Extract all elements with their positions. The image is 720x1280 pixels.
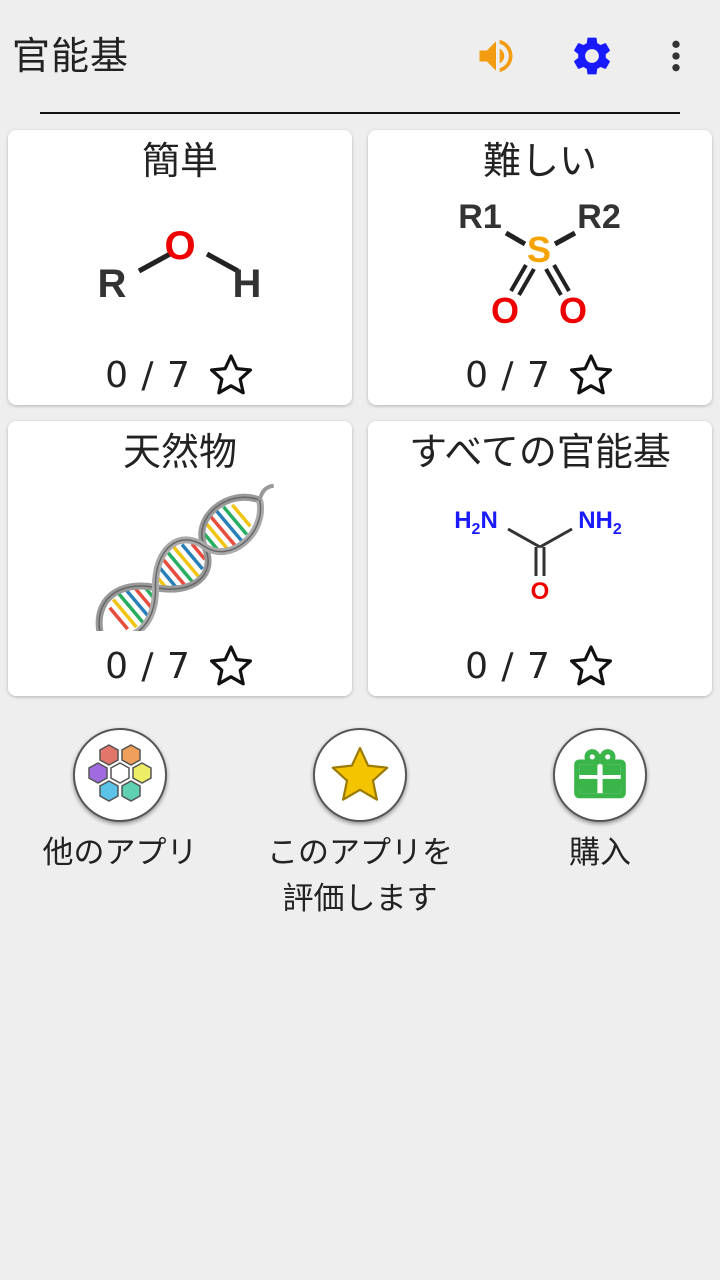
atom-o: O <box>531 578 550 605</box>
card-title: 天然物 <box>122 430 237 474</box>
purchase-button[interactable] <box>553 728 647 822</box>
purchase-label: 購入 <box>569 835 631 871</box>
card-score: 0 / 7 <box>368 350 712 400</box>
group-h2n: H2N <box>454 507 498 538</box>
app-bar: 官能基 <box>0 0 720 112</box>
atom-r: R <box>98 262 127 306</box>
sound-button[interactable] <box>466 26 526 86</box>
other-apps-action[interactable]: 他のアプリ <box>0 728 240 876</box>
star-outline-icon <box>569 645 612 686</box>
score-text: 0 / 7 <box>105 645 191 687</box>
sulfone-structure-icon: R1 R2 S O O <box>458 198 620 331</box>
card-easy[interactable]: 簡単 R O H 0 / 7 <box>8 130 352 405</box>
star-outline-icon <box>569 354 612 395</box>
atom-h: H <box>233 262 262 306</box>
more-vert-icon <box>672 40 680 72</box>
overflow-menu-button[interactable] <box>646 26 706 86</box>
dna-icon <box>95 483 275 631</box>
card-all-functional-groups[interactable]: すべての官能基 H2N NH2 O 0 / 7 <box>368 421 712 696</box>
urea-structure-icon: H2N NH2 O <box>454 507 622 605</box>
score-text: 0 / 7 <box>105 354 191 396</box>
rate-app-label: このアプリを評価します <box>267 835 453 917</box>
group-nh2: NH2 <box>578 507 622 538</box>
hexagon-cluster-icon <box>88 744 152 802</box>
star-outline-icon <box>209 645 252 686</box>
atom-o-left: O <box>491 290 519 331</box>
rate-app-action[interactable]: このアプリを評価します <box>240 728 480 922</box>
card-title: 簡単 <box>141 139 218 183</box>
card-title: すべての官能基 <box>409 430 671 474</box>
card-score: 0 / 7 <box>8 350 352 400</box>
atom-o-right: O <box>559 290 587 331</box>
star-icon <box>331 746 389 801</box>
star-outline-icon <box>209 354 252 395</box>
group-r2: R2 <box>577 198 620 236</box>
card-natural-products[interactable]: 天然物 0 / 7 <box>8 421 352 696</box>
settings-button[interactable] <box>562 26 622 86</box>
rate-app-button[interactable] <box>313 728 407 822</box>
atom-o: O <box>164 224 195 268</box>
card-score: 0 / 7 <box>8 641 352 691</box>
score-text: 0 / 7 <box>465 645 551 687</box>
other-apps-button[interactable] <box>73 728 167 822</box>
card-score: 0 / 7 <box>368 641 712 691</box>
app-title: 官能基 <box>12 34 130 78</box>
header-divider <box>40 112 680 114</box>
score-text: 0 / 7 <box>465 354 551 396</box>
speaker-icon <box>479 39 513 73</box>
purchase-action[interactable]: 購入 <box>480 728 720 876</box>
gift-icon <box>574 749 626 799</box>
card-title: 難しい <box>482 139 597 183</box>
card-hard[interactable]: 難しい R1 R2 S O O 0 / 7 <box>368 130 712 405</box>
group-r1: R1 <box>458 198 501 236</box>
atom-s: S <box>527 229 551 270</box>
other-apps-label: 他のアプリ <box>42 835 198 871</box>
alcohol-structure-icon: R O H <box>98 224 262 306</box>
gear-icon <box>574 37 610 75</box>
